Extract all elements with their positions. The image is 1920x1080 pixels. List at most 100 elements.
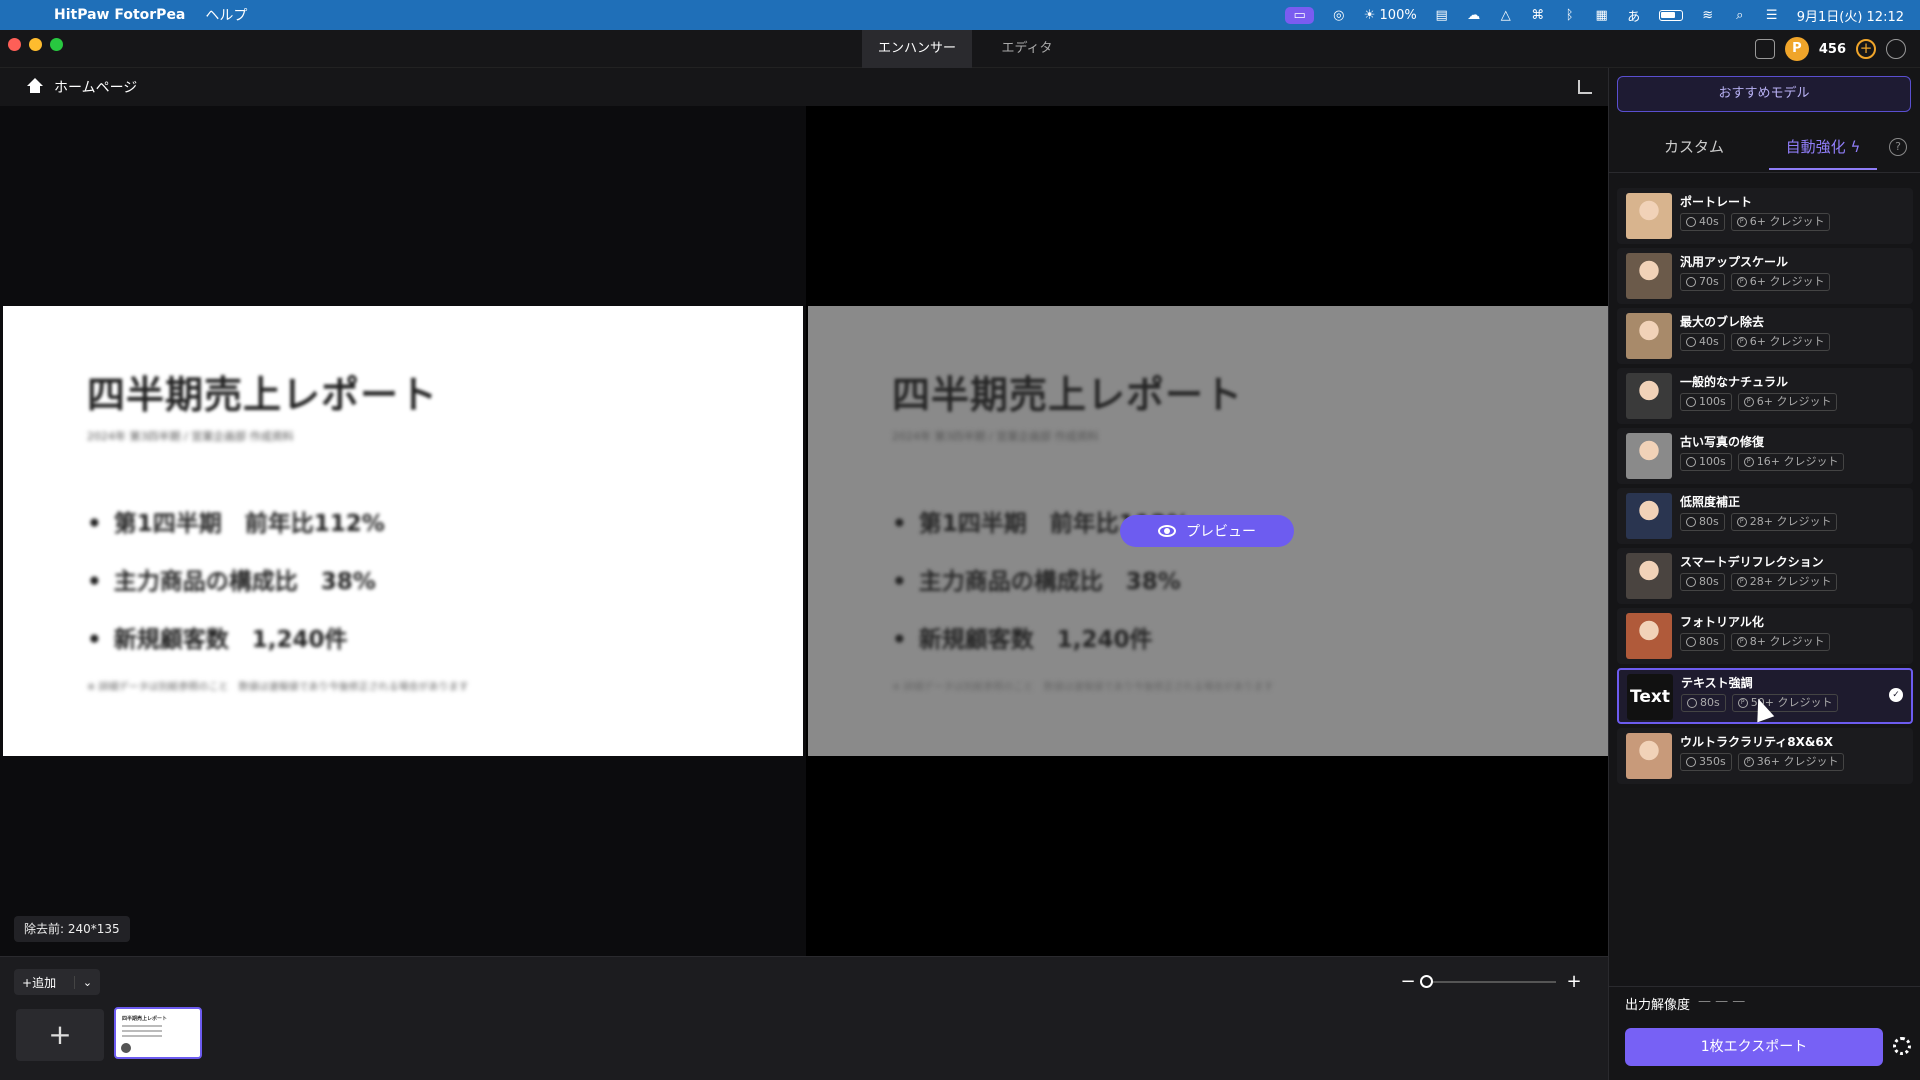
chevron-down-icon[interactable]: ⌄ <box>74 975 100 989</box>
add-credits-icon[interactable]: + <box>1856 39 1876 59</box>
zoom-out-button[interactable]: − <box>1400 971 1416 992</box>
credit-value: 6+ クレジット <box>1749 215 1825 228</box>
help-menu[interactable]: ヘルプ <box>205 5 247 25</box>
time-tag: 70s <box>1680 273 1725 291</box>
time-tag: 80s <box>1681 694 1726 712</box>
clock-icon <box>1686 577 1696 587</box>
clock-icon <box>1686 397 1696 407</box>
time-tag: 80s <box>1680 633 1725 651</box>
tab-editor[interactable]: エディタ <box>972 30 1082 68</box>
before-pane: 四半期売上レポート 2024年 第3四半期 / 営業企画部 作成資料 第1四半期… <box>0 106 806 956</box>
crop-icon[interactable] <box>1578 80 1592 94</box>
model-item[interactable]: 最大のブレ除去 40s P 6+ クレジット <box>1617 308 1913 364</box>
model-item[interactable]: 汎用アップスケール 70s P 6+ クレジット <box>1617 248 1913 304</box>
credit-icon: P <box>1737 698 1748 708</box>
time-tag: 40s <box>1680 213 1725 231</box>
tab-auto-label: 自動強化 <box>1785 138 1846 156</box>
export-button[interactable]: 1枚エクスポート <box>1625 1028 1883 1066</box>
cloud-icon[interactable]: ☁ <box>1467 8 1481 23</box>
model-item[interactable]: ウルトラクラリティ8X&6X 350s P 36+ クレジット <box>1617 728 1913 784</box>
tab-auto-enhance[interactable]: 自動強化 ϟ <box>1769 130 1877 170</box>
zoom-control: − + <box>1400 971 1582 992</box>
slide-bullet: 第1四半期 前年比112% <box>87 504 385 538</box>
app-name-menu[interactable]: HitPaw FotorPea <box>54 7 185 23</box>
add-image-tile[interactable]: + <box>16 1009 104 1061</box>
spotlight-search-icon[interactable]: ⌕ <box>1733 8 1747 23</box>
model-item[interactable]: スマートデリフレクション 80s P 28+ クレジット <box>1617 548 1913 604</box>
model-item[interactable]: 古い写真の修復 100s P 16+ クレジット <box>1617 428 1913 484</box>
minimize-window-button[interactable] <box>29 38 42 51</box>
wifi-icon[interactable]: ≋ <box>1701 8 1715 23</box>
time-tag: 40s <box>1680 333 1725 351</box>
slide-bullets: 第1四半期 前年比112% 主力商品の構成比 38% 新規顧客数 1,240件 <box>87 504 385 678</box>
help-icon[interactable]: ? <box>1889 138 1907 156</box>
close-window-button[interactable] <box>8 38 21 51</box>
credit-icon: P <box>1736 637 1747 647</box>
input-source-icon[interactable]: あ <box>1627 6 1641 25</box>
clock-icon <box>1686 457 1696 467</box>
model-name: 一般的なナチュラル <box>1680 375 1789 389</box>
mode-tabs: エンハンサー エディタ <box>862 30 1082 68</box>
recommended-models-button[interactable]: おすすめモデル <box>1617 76 1911 112</box>
model-tags: 80s P 28+ クレジット <box>1680 573 1838 591</box>
workspace-toolbar: ホームページ <box>0 68 1608 106</box>
workspace: ホームページ 四半期売上レポート 2024年 第3四半期 / 営業企画部 作成資… <box>0 68 1608 956</box>
window-controls <box>8 38 63 51</box>
drive-icon[interactable]: △ <box>1499 8 1513 23</box>
control-center-icon[interactable]: ☰ <box>1765 8 1779 23</box>
screen-record-icon[interactable]: ▭ <box>1285 6 1314 24</box>
battery-icon[interactable] <box>1658 9 1683 21</box>
model-tags: 40s P 6+ クレジット <box>1680 333 1831 351</box>
menubar-clock[interactable]: 9月1日(火) 12:12 <box>1797 6 1904 25</box>
brightness-status[interactable]: ☀ 100% <box>1364 8 1417 23</box>
model-list: ポートレート 40s P 6+ クレジット 汎用アップスケール 70s P 6+ ク… <box>1617 188 1913 788</box>
model-item[interactable]: フォトリアル化 80s P 8+ クレジット <box>1617 608 1913 664</box>
model-tags: 70s P 6+ クレジット <box>1680 273 1831 291</box>
credit-value: 28+ クレジット <box>1749 575 1832 588</box>
bottom-bar: +追加 ⌄ + 四半期売上レポート − + <box>0 956 1608 1080</box>
info-icon[interactable] <box>120 1042 132 1054</box>
model-item-selected[interactable]: Text テキスト強調 80s P 50+ クレジット ✓ <box>1617 668 1913 724</box>
divider <box>1609 986 1920 987</box>
clock-icon <box>1686 637 1696 647</box>
model-item[interactable]: 低照度補正 80s P 28+ クレジット <box>1617 488 1913 544</box>
output-resolution: 出力解像度 — — — <box>1625 994 1745 1013</box>
credit-tag: P 36+ クレジット <box>1737 753 1845 771</box>
tab-custom[interactable]: カスタム <box>1629 130 1759 170</box>
home-icon[interactable] <box>26 78 44 96</box>
ime-icon[interactable]: ⌘ <box>1531 8 1545 23</box>
password-icon[interactable]: ◎ <box>1332 8 1346 23</box>
zoom-in-button[interactable]: + <box>1566 971 1582 992</box>
grid-icon[interactable]: ▦ <box>1595 8 1609 23</box>
user-account-icon[interactable] <box>1886 39 1906 59</box>
model-item[interactable]: 一般的なナチュラル 100s P 6+ クレジット <box>1617 368 1913 424</box>
output-resolution-label: 出力解像度 <box>1625 998 1691 1013</box>
zoom-window-button[interactable] <box>50 38 63 51</box>
preview-button[interactable]: プレビュー <box>1120 515 1294 547</box>
clock-icon <box>1686 517 1696 527</box>
credit-icon: P <box>1743 457 1754 467</box>
display-icon[interactable]: ▤ <box>1435 8 1449 23</box>
time-tag: 350s <box>1680 753 1732 771</box>
tab-enhancer[interactable]: エンハンサー <box>862 30 972 68</box>
bluetooth-icon[interactable]: ᛒ <box>1563 8 1577 23</box>
zoom-slider-knob[interactable] <box>1420 974 1433 988</box>
preview-label: プレビュー <box>1186 524 1256 540</box>
time-value: 350s <box>1699 755 1726 768</box>
message-icon[interactable] <box>1754 39 1775 59</box>
model-name: 低照度補正 <box>1680 495 1741 509</box>
credit-value: 6+ クレジット <box>1749 335 1825 348</box>
model-item[interactable]: ポートレート 40s P 6+ クレジット <box>1617 188 1913 244</box>
status-area: ▭ ◎ ☀ 100% ▤ ☁ △ ⌘ ᛒ ▦ あ ≋ ⌕ ☰ 9月1日(火) 1… <box>1285 0 1904 30</box>
home-link[interactable]: ホームページ <box>54 77 137 97</box>
check-icon: ✓ <box>1889 688 1903 702</box>
settings-gear-icon[interactable] <box>1893 1037 1911 1055</box>
add-button[interactable]: +追加 ⌄ <box>14 969 100 995</box>
credit-tag: P 6+ クレジット <box>1737 393 1838 411</box>
model-name: テキスト強調 <box>1681 676 1753 690</box>
credit-icon: P <box>1736 337 1747 347</box>
image-thumbnail[interactable]: 四半期売上レポート <box>114 1007 202 1059</box>
thumbnail-title: 四半期売上レポート <box>122 1016 168 1022</box>
model-tags: 100s P 16+ クレジット <box>1680 453 1845 471</box>
zoom-slider[interactable] <box>1420 974 1556 988</box>
